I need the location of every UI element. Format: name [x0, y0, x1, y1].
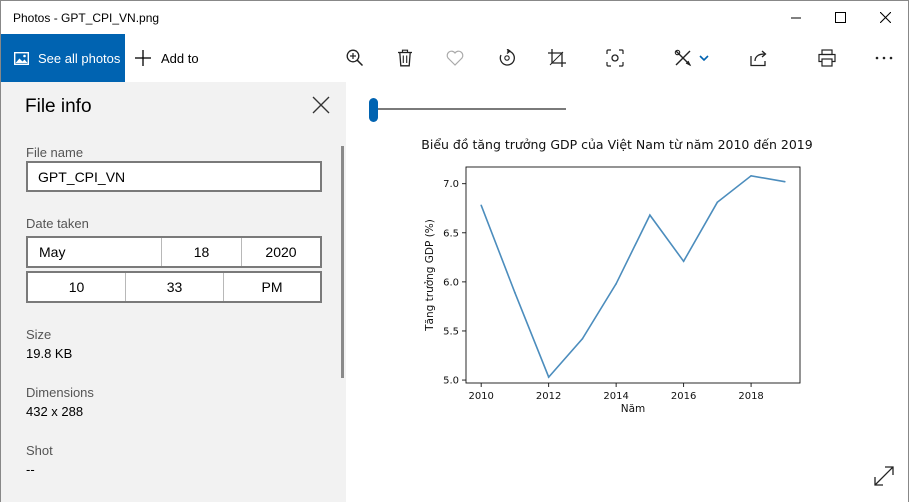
share-icon — [750, 50, 767, 67]
edit-icon — [674, 49, 692, 67]
x-tick-label: 2010 — [468, 391, 493, 402]
delete-button[interactable] — [393, 46, 417, 70]
month-field[interactable]: May — [28, 238, 162, 266]
day-field[interactable]: 18 — [162, 238, 242, 266]
data-point — [750, 175, 752, 177]
x-tick-label: 2012 — [536, 391, 561, 402]
size-label: Size — [26, 327, 52, 342]
year-field[interactable]: 2020 — [242, 238, 320, 266]
hour-value: 10 — [68, 279, 85, 295]
hour-field[interactable]: 10 — [28, 273, 126, 301]
dimensions-label: Dimensions — [26, 385, 94, 400]
minimize-button[interactable] — [773, 1, 819, 34]
data-point — [649, 214, 651, 216]
rotate-icon — [499, 49, 515, 66]
ampm-field[interactable]: PM — [224, 273, 320, 301]
gdp-series-line — [480, 174, 785, 379]
panel-scrollbar[interactable] — [341, 146, 344, 378]
zoom-slider-track[interactable] — [373, 108, 566, 110]
date-picker[interactable]: May 18 2020 — [26, 236, 322, 268]
title-bar: Photos - GPT_CPI_VN.png — [1, 1, 908, 34]
day-value: 18 — [193, 244, 210, 260]
y-tick-label: 6.0 — [443, 277, 459, 288]
share-button[interactable] — [747, 46, 771, 70]
favorite-button[interactable] — [443, 46, 467, 70]
maximize-button[interactable] — [817, 1, 863, 34]
panel-title: File info — [25, 96, 92, 117]
time-picker[interactable]: 10 33 PM — [26, 271, 322, 303]
size-value: 19.8 KB — [26, 346, 73, 361]
fullscreen-button[interactable] — [873, 465, 897, 489]
data-point — [682, 260, 685, 263]
chevron-down-icon — [699, 55, 709, 61]
y-tick-label: 5.5 — [443, 326, 459, 337]
minute-value: 33 — [166, 279, 183, 295]
dimensions-value: 432 x 288 — [26, 404, 84, 419]
plot-frame — [465, 166, 801, 384]
edit-dropdown-button[interactable] — [695, 46, 713, 70]
print-button[interactable] — [815, 46, 839, 70]
see-all-photos-label: See all photos — [38, 50, 121, 66]
file-info-panel: File info File name GPT_CPI_VN Date take… — [1, 82, 346, 502]
x-tick-label: 2018 — [738, 391, 763, 402]
data-point — [514, 291, 516, 294]
shot-value: -- — [26, 462, 35, 477]
add-to-label: Add to — [161, 50, 199, 66]
data-point — [716, 201, 719, 204]
date-taken-label: Date taken — [26, 216, 89, 231]
more-icon — [875, 56, 893, 60]
data-point — [784, 180, 786, 183]
x-axis-label: Năm — [621, 403, 646, 415]
gdp-line-chart: Biểu đồ tăng trưởng GDP của Việt Nam từ … — [421, 137, 812, 415]
ampm-value: PM — [261, 279, 283, 295]
data-point — [615, 283, 617, 285]
y-tick-label: 6.5 — [443, 228, 459, 239]
enhance-icon — [606, 49, 624, 67]
data-point — [480, 204, 482, 207]
file-name-field[interactable]: GPT_CPI_VN — [26, 161, 322, 192]
delete-icon — [398, 49, 412, 67]
file-name-label: File name — [26, 145, 84, 160]
toolbar: See all photos Add to — [1, 34, 908, 82]
rotate-button[interactable] — [495, 46, 519, 70]
photos-window: Photos - GPT_CPI_VN.png See all photos A… — [0, 0, 909, 502]
minimize-icon — [791, 17, 801, 18]
add-to-button[interactable]: Add to — [135, 34, 199, 82]
more-button[interactable] — [872, 46, 896, 70]
zoom-in-icon — [346, 49, 364, 67]
chart-title: Biểu đồ tăng trưởng GDP của Việt Nam từ … — [421, 137, 812, 152]
zoom-in-button[interactable] — [343, 46, 367, 70]
y-axis-label: Tăng trưởng GDP (%) — [424, 219, 436, 332]
data-point — [581, 338, 584, 340]
close-panel-button[interactable] — [312, 96, 332, 116]
crop-button[interactable] — [545, 46, 569, 70]
close-button[interactable] — [862, 1, 908, 34]
expand-icon — [874, 466, 894, 486]
plus-icon — [135, 50, 151, 66]
y-tick-label: 5.0 — [443, 376, 459, 387]
enhance-button[interactable] — [603, 46, 627, 70]
close-icon — [312, 96, 330, 114]
zoom-slider-thumb[interactable] — [369, 98, 378, 122]
month-value: May — [39, 244, 66, 260]
window-title: Photos - GPT_CPI_VN.png — [13, 11, 160, 25]
see-all-photos-button[interactable]: See all photos — [1, 34, 125, 82]
maximize-icon — [834, 12, 846, 23]
close-icon — [879, 12, 891, 23]
print-icon — [818, 49, 836, 67]
crop-icon — [548, 49, 566, 67]
edit-button[interactable] — [671, 46, 695, 70]
photos-icon — [14, 51, 29, 65]
shot-label: Shot — [26, 443, 53, 458]
data-point — [547, 376, 550, 378]
x-tick-label: 2014 — [603, 391, 628, 402]
favorite-icon — [446, 50, 464, 66]
minute-field[interactable]: 33 — [126, 273, 224, 301]
file-name-value: GPT_CPI_VN — [38, 168, 126, 185]
x-tick-label: 2016 — [671, 391, 696, 402]
year-value: 2020 — [265, 244, 297, 260]
y-tick-label: 7.0 — [443, 179, 459, 190]
